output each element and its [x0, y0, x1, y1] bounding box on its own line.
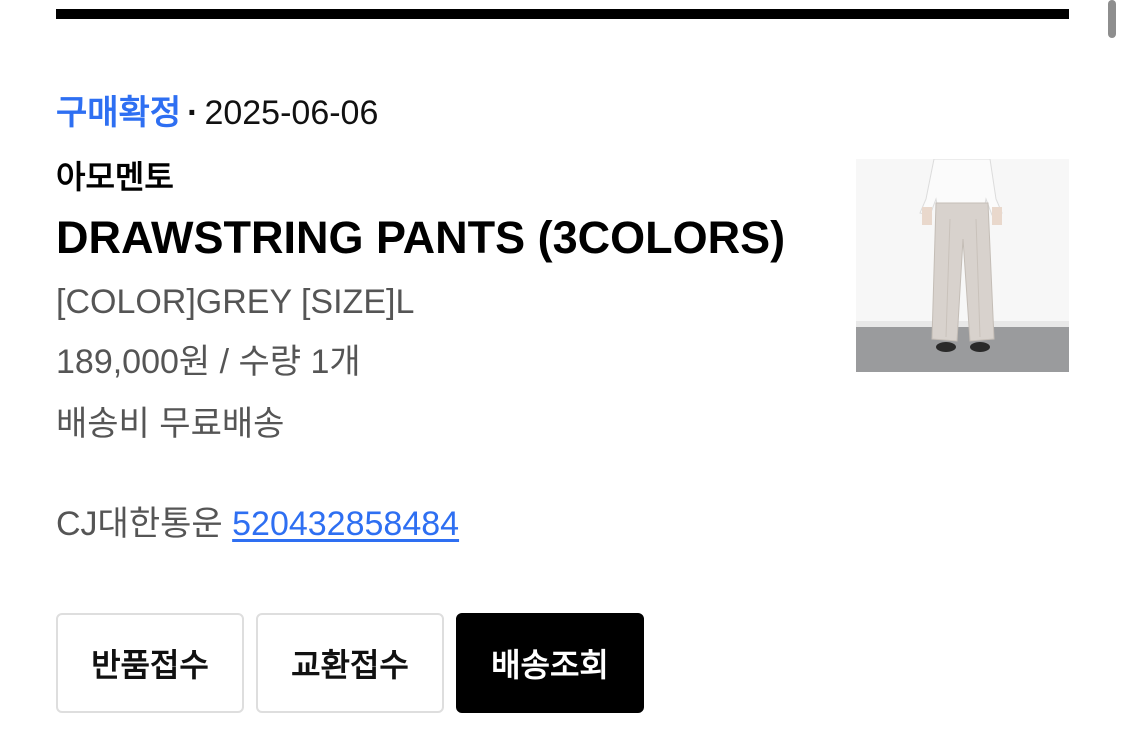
order-status-line: 구매확정 · 2025-06-06 — [56, 90, 1069, 136]
order-item-card: 구매확정 · 2025-06-06 아모멘토 DRAWSTRING PANTS (3… — [56, 90, 1069, 546]
section-divider — [56, 9, 1069, 19]
product-photo-icon — [856, 159, 1069, 372]
track-delivery-button[interactable]: 배송조회 — [456, 613, 644, 713]
carrier-name: CJ대한통운 — [56, 505, 223, 543]
product-thumbnail[interactable] — [856, 159, 1069, 372]
status-badge: 구매확정 — [56, 94, 182, 132]
tracking-number-link[interactable]: 520432858484 — [232, 505, 459, 543]
order-actions: 반품접수 교환접수 배송조회 — [56, 613, 644, 713]
order-date: 2025-06-06 — [204, 94, 379, 132]
tracking-info: CJ대한통운 520432858484 — [56, 502, 1069, 546]
exchange-request-button[interactable]: 교환접수 — [256, 613, 444, 713]
shipping-fee: 배송비 무료배송 — [56, 405, 285, 443]
return-request-button[interactable]: 반품접수 — [56, 613, 244, 713]
status-separator: · — [187, 94, 199, 132]
scrollbar-thumb[interactable] — [1108, 0, 1116, 38]
order-detail-page: 구매확정 · 2025-06-06 아모멘토 DRAWSTRING PANTS (3… — [0, 0, 1125, 747]
